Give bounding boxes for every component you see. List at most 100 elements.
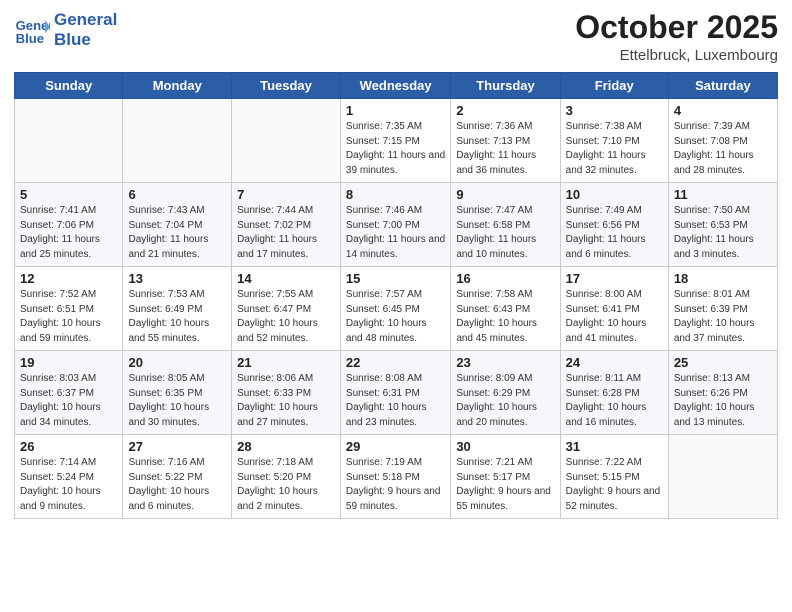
day-number: 23 (456, 355, 554, 370)
day-info: Sunrise: 7:57 AM Sunset: 6:45 PM Dayligh… (346, 288, 445, 346)
day-info: Sunrise: 8:09 AM Sunset: 6:29 PM Dayligh… (456, 372, 554, 430)
day-cell: 7Sunrise: 7:44 AM Sunset: 7:02 PM Daylig… (232, 183, 341, 267)
day-cell: 8 Sunrise: 7:46 AM Sunset: 7:00 PM Daylig… (340, 183, 450, 267)
day-info: Sunrise: 8:05 AM Sunset: 6:35 PM Dayligh… (128, 372, 226, 430)
day-cell: 10 Sunrise: 7:49 AM Sunset: 6:56 PM Dayli… (560, 183, 668, 267)
day-info: Sunrise: 7:47 AM Sunset: 6:58 PM Dayligh… (456, 204, 554, 262)
day-cell: 4 Sunrise: 7:39 AM Sunset: 7:08 PM Daylig… (668, 99, 777, 183)
day-number: 4 (674, 103, 772, 118)
day-cell (668, 435, 777, 519)
day-info: Sunrise: 7:18 AM Sunset: 5:20 PM Dayligh… (237, 456, 335, 514)
day-cell: 14Sunrise: 7:55 AM Sunset: 6:47 PM Dayli… (232, 267, 341, 351)
day-info: Sunrise: 7:49 AM Sunset: 6:56 PM Dayligh… (566, 204, 663, 262)
svg-text:Blue: Blue (16, 31, 44, 46)
day-info: Sunrise: 8:03 AM Sunset: 6:37 PM Dayligh… (20, 372, 117, 430)
day-number: 16 (456, 271, 554, 286)
day-info: Sunrise: 7:14 AM Sunset: 5:24 PM Dayligh… (20, 456, 117, 514)
day-cell: 17Sunrise: 8:00 AM Sunset: 6:41 PM Dayli… (560, 267, 668, 351)
day-number: 29 (346, 439, 445, 454)
day-number: 21 (237, 355, 335, 370)
day-number: 12 (20, 271, 117, 286)
calendar-table: SundayMondayTuesdayWednesdayThursdayFrid… (14, 72, 778, 519)
week-row-5: 26 Sunrise: 7:14 AM Sunset: 5:24 PM Dayli… (15, 435, 778, 519)
day-number: 3 (566, 103, 663, 118)
day-info: Sunrise: 7:55 AM Sunset: 6:47 PM Dayligh… (237, 288, 335, 346)
logo-blue: Blue (54, 30, 117, 50)
day-cell (232, 99, 341, 183)
day-number: 10 (566, 187, 663, 202)
weekday-tuesday: Tuesday (232, 73, 341, 99)
day-number: 13 (128, 271, 226, 286)
day-cell: 30 Sunrise: 7:21 AM Sunset: 5:17 PM Dayli… (451, 435, 560, 519)
day-info: Sunrise: 8:01 AM Sunset: 6:39 PM Dayligh… (674, 288, 772, 346)
day-number: 9 (456, 187, 554, 202)
day-number: 7 (237, 187, 335, 202)
header: General Blue General Blue October 2025 E… (14, 10, 778, 64)
day-cell: 31 Sunrise: 7:22 AM Sunset: 5:15 PM Dayli… (560, 435, 668, 519)
day-info: Sunrise: 8:11 AM Sunset: 6:28 PM Dayligh… (566, 372, 663, 430)
day-info: Sunrise: 7:46 AM Sunset: 7:00 PM Dayligh… (346, 204, 445, 262)
day-info: Sunrise: 7:41 AM Sunset: 7:06 PM Dayligh… (20, 204, 117, 262)
day-number: 2 (456, 103, 554, 118)
day-number: 30 (456, 439, 554, 454)
logo: General Blue General Blue (14, 10, 117, 49)
day-number: 31 (566, 439, 663, 454)
day-cell: 23 Sunrise: 8:09 AM Sunset: 6:29 PM Dayli… (451, 351, 560, 435)
day-info: Sunrise: 7:52 AM Sunset: 6:51 PM Dayligh… (20, 288, 117, 346)
day-cell: 9 Sunrise: 7:47 AM Sunset: 6:58 PM Daylig… (451, 183, 560, 267)
day-number: 8 (346, 187, 445, 202)
day-number: 25 (674, 355, 772, 370)
day-info: Sunrise: 7:39 AM Sunset: 7:08 PM Dayligh… (674, 120, 772, 178)
day-number: 11 (674, 187, 772, 202)
day-info: Sunrise: 7:22 AM Sunset: 5:15 PM Dayligh… (566, 456, 663, 514)
weekday-friday: Friday (560, 73, 668, 99)
day-info: Sunrise: 8:06 AM Sunset: 6:33 PM Dayligh… (237, 372, 335, 430)
weekday-header-row: SundayMondayTuesdayWednesdayThursdayFrid… (15, 73, 778, 99)
week-row-3: 12 Sunrise: 7:52 AM Sunset: 6:51 PM Dayli… (15, 267, 778, 351)
day-number: 20 (128, 355, 226, 370)
day-number: 28 (237, 439, 335, 454)
day-cell: 2 Sunrise: 7:36 AM Sunset: 7:13 PM Daylig… (451, 99, 560, 183)
day-number: 18 (674, 271, 772, 286)
day-info: Sunrise: 7:53 AM Sunset: 6:49 PM Dayligh… (128, 288, 226, 346)
day-cell: 19 Sunrise: 8:03 AM Sunset: 6:37 PM Dayli… (15, 351, 123, 435)
day-cell: 24 Sunrise: 8:11 AM Sunset: 6:28 PM Dayli… (560, 351, 668, 435)
day-number: 24 (566, 355, 663, 370)
logo-general: General (54, 10, 117, 30)
title-block: October 2025 Ettelbruck, Luxembourg (575, 10, 778, 64)
day-info: Sunrise: 7:36 AM Sunset: 7:13 PM Dayligh… (456, 120, 554, 178)
day-cell: 1 Sunrise: 7:35 AM Sunset: 7:15 PM Daylig… (340, 99, 450, 183)
day-info: Sunrise: 7:19 AM Sunset: 5:18 PM Dayligh… (346, 456, 445, 514)
day-cell: 11 Sunrise: 7:50 AM Sunset: 6:53 PM Dayli… (668, 183, 777, 267)
day-info: Sunrise: 7:21 AM Sunset: 5:17 PM Dayligh… (456, 456, 554, 514)
day-info: Sunrise: 7:58 AM Sunset: 6:43 PM Dayligh… (456, 288, 554, 346)
week-row-2: 5Sunrise: 7:41 AM Sunset: 7:06 PM Daylig… (15, 183, 778, 267)
day-cell: 15Sunrise: 7:57 AM Sunset: 6:45 PM Dayli… (340, 267, 450, 351)
day-number: 1 (346, 103, 445, 118)
location: Ettelbruck, Luxembourg (575, 47, 778, 64)
day-cell: 27 Sunrise: 7:16 AM Sunset: 5:22 PM Dayli… (123, 435, 232, 519)
day-number: 17 (566, 271, 663, 286)
day-info: Sunrise: 8:13 AM Sunset: 6:26 PM Dayligh… (674, 372, 772, 430)
weekday-thursday: Thursday (451, 73, 560, 99)
calendar-page: General Blue General Blue October 2025 E… (0, 0, 792, 612)
day-cell: 21 Sunrise: 8:06 AM Sunset: 6:33 PM Dayli… (232, 351, 341, 435)
day-number: 19 (20, 355, 117, 370)
day-number: 6 (128, 187, 226, 202)
day-info: Sunrise: 7:35 AM Sunset: 7:15 PM Dayligh… (346, 120, 445, 178)
day-cell: 13 Sunrise: 7:53 AM Sunset: 6:49 PM Dayli… (123, 267, 232, 351)
day-number: 26 (20, 439, 117, 454)
month-title: October 2025 (575, 10, 778, 45)
week-row-1: 1 Sunrise: 7:35 AM Sunset: 7:15 PM Daylig… (15, 99, 778, 183)
day-cell: 12 Sunrise: 7:52 AM Sunset: 6:51 PM Dayli… (15, 267, 123, 351)
weekday-saturday: Saturday (668, 73, 777, 99)
day-number: 27 (128, 439, 226, 454)
logo-icon: General Blue (14, 12, 50, 48)
day-info: Sunrise: 8:08 AM Sunset: 6:31 PM Dayligh… (346, 372, 445, 430)
weekday-monday: Monday (123, 73, 232, 99)
day-info: Sunrise: 7:16 AM Sunset: 5:22 PM Dayligh… (128, 456, 226, 514)
day-cell: 28 Sunrise: 7:18 AM Sunset: 5:20 PM Dayli… (232, 435, 341, 519)
day-info: Sunrise: 7:50 AM Sunset: 6:53 PM Dayligh… (674, 204, 772, 262)
day-cell: 16 Sunrise: 7:58 AM Sunset: 6:43 PM Dayli… (451, 267, 560, 351)
weekday-sunday: Sunday (15, 73, 123, 99)
